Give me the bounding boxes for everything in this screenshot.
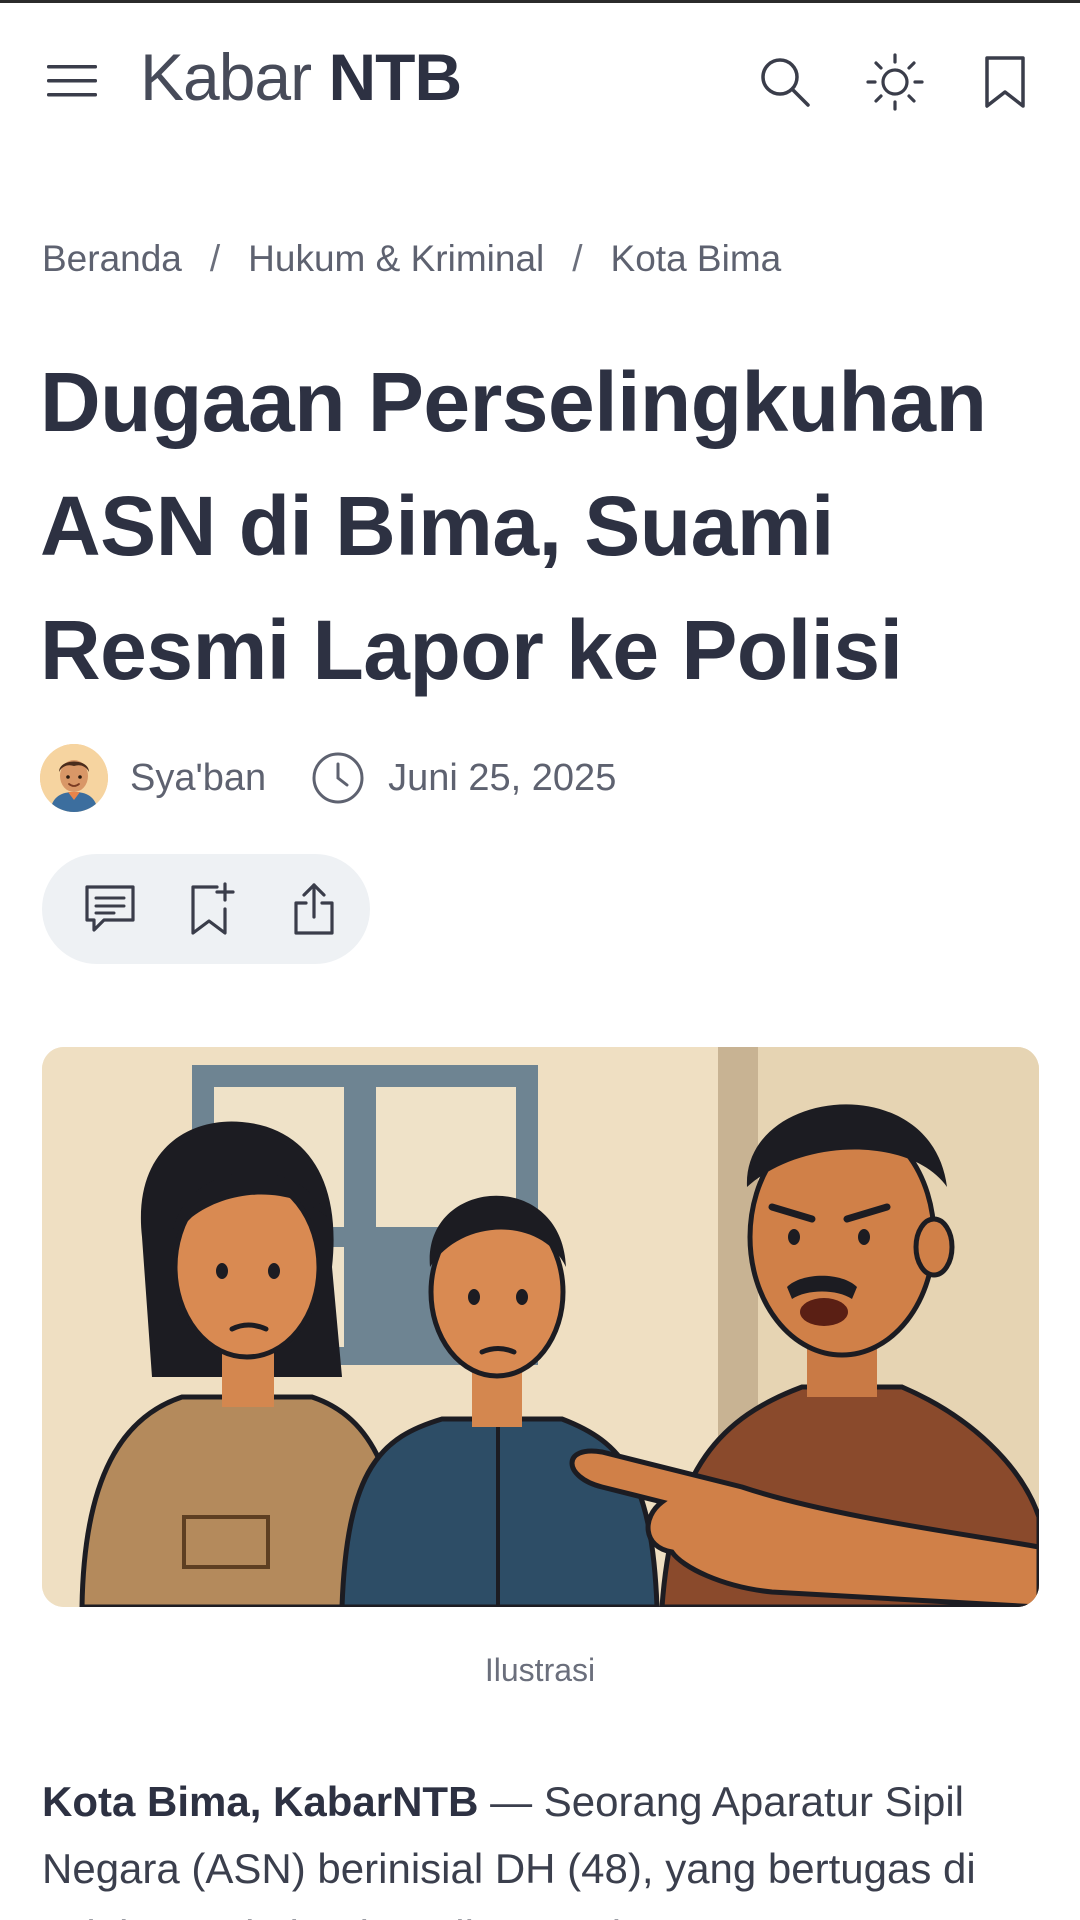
article-title: Dugaan Perselingkuhan ASN di Bima, Suami… [40,355,987,697]
breadcrumb-separator: / [572,238,583,279]
breadcrumb-category[interactable]: Hukum & Kriminal [248,238,544,280]
sun-icon [866,53,924,111]
logo-bold: NTB [328,40,462,114]
article-illustration [42,1047,1039,1607]
menu-button[interactable] [40,49,104,113]
search-icon [761,58,810,107]
publish-date: Juni 25, 2025 [388,756,617,799]
comment-button[interactable] [64,869,156,949]
breadcrumb: Beranda / Hukum & Kriminal / Kota Bima [42,238,781,280]
lead-dash: — [478,1778,544,1825]
author-name[interactable]: Sya'ban [130,757,266,800]
clock-icon [312,752,364,804]
image-caption: Ilustrasi [484,1652,596,1688]
search-button[interactable] [750,47,820,117]
site-header: Kabar NTB [0,3,1080,153]
article-lead: Kota Bima, KabarNTB — Seorang Aparatur S… [42,1768,1042,1920]
bookmark-add-icon [191,882,235,935]
breadcrumb-region[interactable]: Kota Bima [611,238,782,280]
share-icon [294,883,334,935]
author-avatar[interactable] [40,744,108,812]
article-actions [42,854,370,964]
save-article-button[interactable] [166,869,258,949]
lead-dateline: Kota Bima, KabarNTB [42,1778,479,1825]
theme-toggle-button[interactable] [860,47,930,117]
article-meta: Sya'ban Juni 25, 2025 [40,742,616,814]
logo-light: Kabar [140,40,312,114]
share-button[interactable] [268,869,360,949]
comment-icon [85,885,135,932]
breadcrumb-home[interactable]: Beranda [42,238,182,280]
site-logo[interactable]: Kabar NTB [140,39,462,115]
bookmark-icon [985,56,1025,108]
bookmarks-button[interactable] [970,47,1040,117]
breadcrumb-separator: / [209,238,221,279]
menu-icon [47,65,97,97]
